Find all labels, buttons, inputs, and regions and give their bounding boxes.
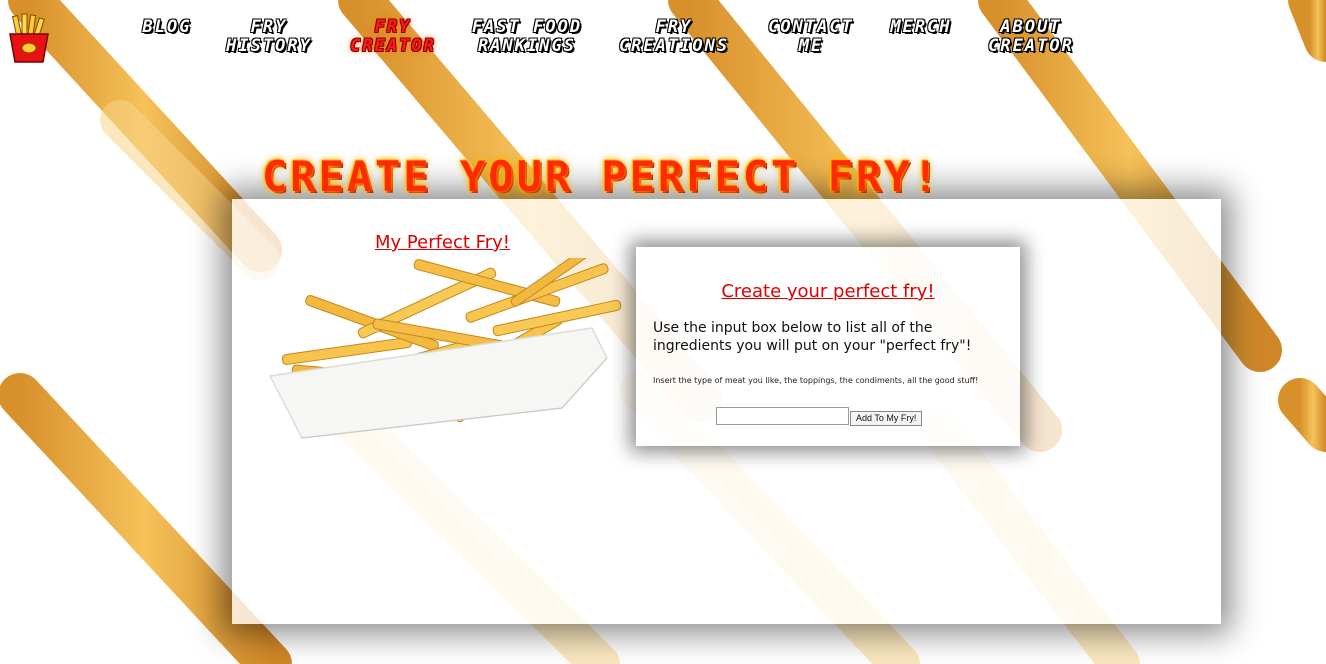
nav-fry-creations-line2: CREATIONS: [618, 36, 730, 56]
nav-about-creator-line2: CREATOR: [988, 36, 1074, 56]
add-to-fry-button[interactable]: Add To My Fry!: [850, 411, 923, 426]
nav-fry-creator-line1: FRY: [374, 17, 412, 37]
fries-in-paper-tray-image: [268, 258, 622, 439]
nav-merch-label: MERCH: [890, 17, 952, 37]
my-perfect-fry-link[interactable]: My Perfect Fry!: [375, 232, 510, 253]
nav-blog[interactable]: BLOG: [137, 18, 197, 37]
nav-fry-creations-line1: FRY: [655, 17, 693, 37]
nav-fry-history-line2: HISTORY: [226, 36, 312, 56]
nav-contact-me-line2: ME: [798, 36, 824, 56]
main-nav: BLOG FRY HISTORY FRY CREATOR FAST FOOD R…: [0, 18, 1326, 68]
nav-fry-creator[interactable]: FRY CREATOR: [343, 18, 443, 56]
form-hint: Insert the type of meat you like, the to…: [653, 376, 979, 385]
nav-fry-creator-line2: CREATOR: [350, 36, 436, 56]
page-headline: CREATE YOUR PERFECT FRY!: [262, 152, 941, 202]
nav-about-creator[interactable]: ABOUT CREATOR: [980, 18, 1082, 56]
create-fry-title-link[interactable]: Create your perfect fry!: [636, 281, 1020, 302]
nav-fry-history[interactable]: FRY HISTORY: [219, 18, 319, 56]
nav-contact-me[interactable]: CONTACT ME: [760, 18, 862, 56]
nav-fry-creations[interactable]: FRY CREATIONS: [610, 18, 738, 56]
nav-contact-me-line1: CONTACT: [768, 17, 854, 37]
nav-blog-label: BLOG: [142, 17, 192, 37]
fry-form-card: Create your perfect fry! Use the input b…: [636, 247, 1020, 446]
nav-merch[interactable]: MERCH: [882, 18, 960, 37]
ingredient-input[interactable]: [716, 407, 849, 425]
form-instructions: Use the input box below to list all of t…: [653, 320, 972, 354]
nav-fast-food-rankings-line2: RANKINGS: [478, 36, 576, 56]
nav-fry-history-line1: FRY: [250, 17, 288, 37]
nav-about-creator-line1: ABOUT: [1000, 17, 1062, 37]
nav-fast-food-rankings[interactable]: FAST FOOD RANKINGS: [466, 18, 588, 56]
nav-fast-food-rankings-line1: FAST FOOD: [471, 17, 583, 37]
